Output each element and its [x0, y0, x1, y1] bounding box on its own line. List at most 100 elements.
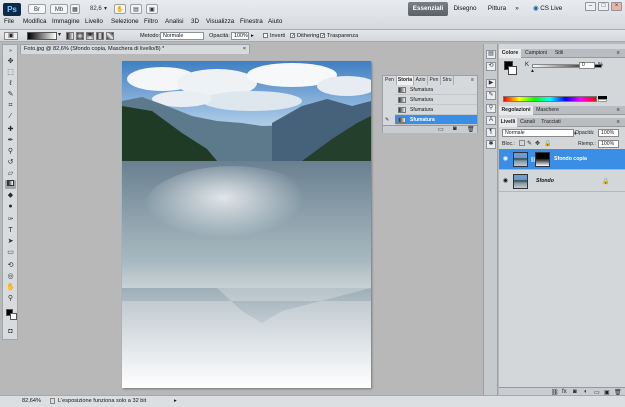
- paragraph-panel-icon[interactable]: ¶: [486, 128, 496, 137]
- tab-regolazioni[interactable]: Regolazioni: [499, 106, 533, 115]
- gradient-picker-chevron-icon[interactable]: ▾: [58, 31, 61, 38]
- layer-name[interactable]: Sfondo copia: [554, 156, 587, 162]
- color-spectrum-bar[interactable]: [503, 96, 597, 102]
- layer-blend-mode-select[interactable]: Normale: [502, 129, 574, 137]
- layer-name[interactable]: Sfondo: [536, 178, 554, 184]
- status-zoom[interactable]: 82,64%: [22, 396, 41, 407]
- minimize-button[interactable]: –: [585, 2, 596, 11]
- tab-canali[interactable]: Canali: [518, 118, 537, 127]
- panel-menu-icon[interactable]: ≡: [467, 76, 478, 85]
- history-state[interactable]: Sfumatura: [395, 105, 477, 115]
- gradient-tool-icon[interactable]: [5, 180, 16, 189]
- menu-aiuto[interactable]: Aiuto: [268, 17, 282, 27]
- radial-gradient-icon[interactable]: [76, 32, 84, 40]
- color-bg-swatch[interactable]: [508, 66, 517, 75]
- close-button[interactable]: ×: [611, 2, 622, 11]
- history-state-selected[interactable]: Sfumatura: [395, 115, 477, 125]
- screen-mode-icon[interactable]: ▣: [146, 4, 158, 14]
- shape-tool-icon[interactable]: ▭: [5, 248, 16, 257]
- quick-selection-tool-icon[interactable]: ✎: [5, 90, 16, 99]
- dodge-tool-icon[interactable]: ●: [5, 202, 16, 211]
- zoom-level[interactable]: 82,6: [90, 4, 102, 14]
- crop-tool-icon[interactable]: ⌗: [5, 101, 16, 110]
- mini-bridge-panel-icon[interactable]: ▤: [486, 50, 496, 59]
- k-slider-thumb-icon[interactable]: ▲: [530, 68, 535, 74]
- hand-tool-shortcut-icon[interactable]: ✋: [114, 4, 126, 14]
- visibility-eye-icon[interactable]: ◉: [502, 156, 509, 162]
- opacity-field[interactable]: 100%: [231, 32, 249, 40]
- workspace-essenziali[interactable]: Essenziali: [408, 2, 448, 16]
- history-brush-source-icon[interactable]: ✎: [385, 117, 389, 123]
- menu-3d[interactable]: 3D: [191, 17, 199, 27]
- path-selection-tool-icon[interactable]: ➤: [5, 237, 16, 246]
- zoom-dropdown-icon[interactable]: ▾: [104, 4, 107, 14]
- maximize-button[interactable]: □: [598, 2, 609, 11]
- workspace-pittura[interactable]: Pittura: [483, 2, 511, 16]
- document-close-icon[interactable]: ×: [243, 45, 246, 54]
- tab-penna[interactable]: Pen: [428, 76, 441, 85]
- menu-filtro[interactable]: Filtro: [144, 17, 158, 27]
- layer-mask-thumbnail[interactable]: [535, 152, 550, 167]
- document-tab[interactable]: Foto.jpg @ 82,6% (Sfondo copia, Maschera…: [20, 44, 250, 54]
- lock-position-icon[interactable]: ✥: [535, 140, 540, 147]
- new-snapshot-icon[interactable]: ◙: [453, 126, 457, 132]
- history-brush-tool-icon[interactable]: ↺: [5, 158, 16, 167]
- linear-gradient-icon[interactable]: [66, 32, 74, 40]
- tab-livelli[interactable]: Livelli: [499, 118, 517, 127]
- menu-selezione[interactable]: Selezione: [111, 17, 139, 27]
- eraser-tool-icon[interactable]: ▱: [5, 169, 16, 178]
- actions-panel-icon[interactable]: ▶: [486, 79, 496, 88]
- menu-finestra[interactable]: Finestra: [240, 17, 263, 27]
- layer-row-sfondo-copia[interactable]: ◉ ⛓ Sfondo copia: [499, 149, 625, 170]
- background-color-swatch[interactable]: [10, 313, 17, 320]
- menu-livello[interactable]: Livello: [85, 17, 103, 27]
- delete-state-icon[interactable]: 🗑: [467, 126, 475, 133]
- status-message[interactable]: L'esposizione funziona solo a 32 bit: [58, 396, 146, 407]
- tab-campioni[interactable]: Campioni: [522, 49, 550, 58]
- tab-storia[interactable]: Storia: [397, 76, 414, 85]
- 3d-orbit-tool-icon[interactable]: ◎: [5, 272, 16, 281]
- k-value-field[interactable]: 0: [579, 62, 595, 69]
- type-tool-icon[interactable]: T: [5, 226, 16, 235]
- lasso-tool-icon[interactable]: ℓ: [5, 79, 16, 88]
- blend-mode-select[interactable]: Normale: [160, 32, 204, 40]
- new-document-from-state-icon[interactable]: ▭: [438, 126, 444, 133]
- eyedropper-tool-icon[interactable]: ⁄: [5, 112, 16, 121]
- view-extras-icon[interactable]: ▦: [70, 4, 80, 14]
- 3d-rotate-tool-icon[interactable]: ⟲: [5, 261, 16, 270]
- clone-stamp-tool-icon[interactable]: ⚲: [5, 147, 16, 156]
- marquee-tool-icon[interactable]: ⬚: [5, 68, 16, 77]
- minibridge-icon[interactable]: Mb: [50, 4, 68, 14]
- angle-gradient-icon[interactable]: [86, 32, 94, 40]
- status-menu-icon[interactable]: ▸: [174, 396, 177, 407]
- move-tool-icon[interactable]: ✥: [5, 57, 16, 66]
- trasparenza-checkbox[interactable]: ✓: [320, 33, 325, 39]
- lock-transparent-icon[interactable]: [519, 140, 525, 146]
- tab-stili[interactable]: Stili: [551, 49, 567, 58]
- white-swatch[interactable]: [598, 99, 607, 102]
- photoshop-logo-icon[interactable]: Ps: [3, 3, 21, 16]
- tab-tracciati[interactable]: Tracciati: [538, 118, 564, 127]
- hand-tool-icon[interactable]: ✋: [5, 283, 16, 292]
- history-state[interactable]: Sfumatura: [395, 85, 477, 95]
- clone-source-panel-icon[interactable]: ⚲: [486, 104, 496, 113]
- diamond-gradient-icon[interactable]: [106, 32, 114, 40]
- tab-colore[interactable]: Colore: [499, 49, 521, 58]
- dithering-checkbox[interactable]: ✓: [290, 33, 295, 39]
- adjust-panel-menu-icon[interactable]: ≡: [613, 106, 623, 115]
- brush-panel-icon[interactable]: ✎: [486, 91, 496, 100]
- tool-presets-panel-icon[interactable]: ✱: [486, 140, 496, 149]
- layer-row-sfondo[interactable]: ◉ Sfondo 🔒: [499, 171, 625, 192]
- menu-file[interactable]: File: [4, 17, 14, 27]
- menu-modifica[interactable]: Modifica: [23, 17, 46, 27]
- reflected-gradient-icon[interactable]: [96, 32, 104, 40]
- menu-visualizza[interactable]: Visualizza: [206, 17, 234, 27]
- blur-tool-icon[interactable]: ◆: [5, 191, 16, 200]
- arrange-documents-icon[interactable]: ▤: [130, 4, 142, 14]
- menu-immagine[interactable]: Immagine: [52, 17, 80, 27]
- workspace-disegno[interactable]: Disegno: [450, 2, 480, 16]
- opacity-dropdown-icon[interactable]: ▸: [251, 31, 254, 41]
- color-panel-menu-icon[interactable]: ≡: [613, 49, 623, 58]
- more-workspaces-button[interactable]: »: [512, 2, 522, 16]
- lock-all-icon[interactable]: 🔒: [544, 140, 551, 147]
